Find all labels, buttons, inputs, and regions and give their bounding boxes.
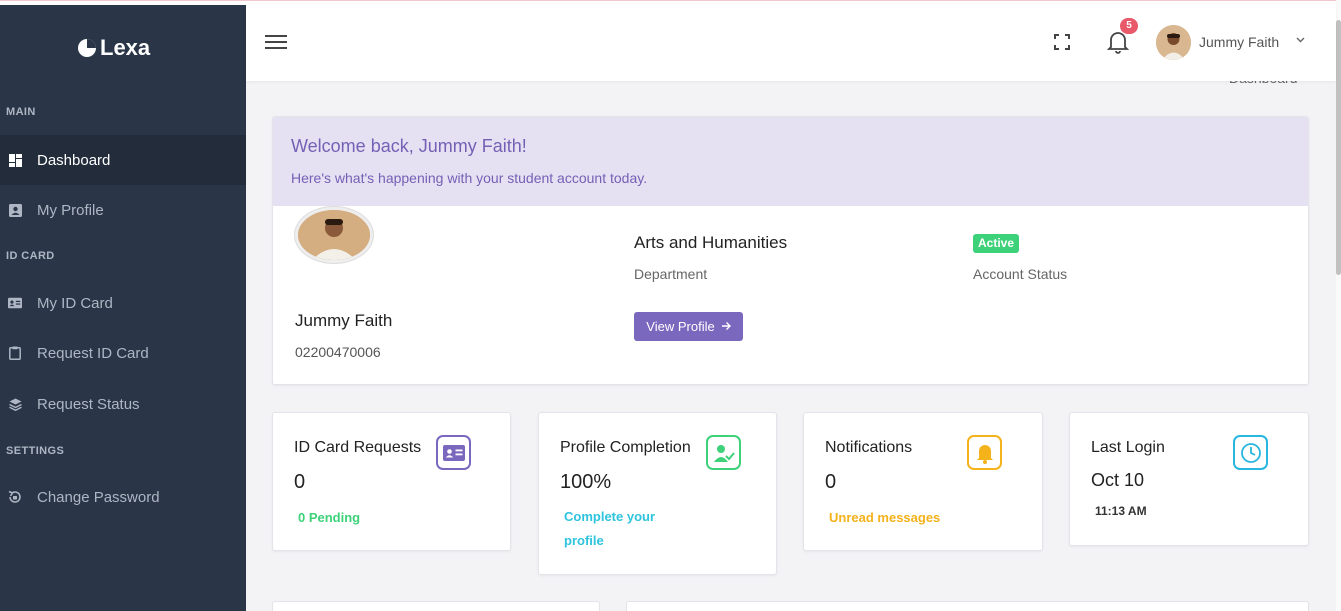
user-name[interactable]: Jummy Faith — [1199, 34, 1279, 50]
sidebar-item-request-id-card[interactable]: Request ID Card — [0, 328, 246, 378]
bell-icon — [967, 435, 1002, 470]
profile-icon — [8, 203, 22, 217]
stat-value: 100% — [560, 471, 612, 493]
sidebar-item-change-password[interactable]: Change Password — [0, 472, 246, 522]
arrow-right-icon — [721, 319, 731, 334]
department-label: Department — [634, 266, 708, 282]
user-check-icon — [706, 435, 741, 470]
welcome-title: Welcome back, Jummy Faith! — [291, 136, 527, 156]
sidebar-item-my-profile[interactable]: My Profile — [0, 185, 246, 235]
student-name: Jummy Faith — [295, 311, 393, 330]
fullscreen-icon[interactable] — [1054, 34, 1070, 50]
student-id: 02200470006 — [295, 344, 381, 360]
student-avatar — [295, 207, 373, 263]
sidebar-item-dashboard[interactable]: Dashboard — [0, 135, 246, 185]
stat-card-profile-completion: Profile Completion 100% Complete your pr… — [538, 412, 777, 575]
stat-label: ID Card Requests — [294, 439, 422, 456]
welcome-card: Welcome back, Jummy Faith! Here's what's… — [272, 116, 1309, 385]
section-title-main: MAIN — [6, 106, 36, 118]
stat-value: Oct 10 — [1091, 470, 1145, 490]
clipboard-icon — [8, 346, 22, 360]
welcome-subtitle: Here's what's happening with your studen… — [291, 170, 648, 186]
brand-name: Lexa — [100, 35, 151, 60]
sidebar-item-label: My Profile — [37, 201, 104, 219]
stat-subtext: 0 Pending — [298, 510, 361, 525]
id-card-icon — [8, 296, 22, 310]
stat-label: Last Login — [1091, 439, 1165, 456]
status-badge: Active — [973, 234, 1020, 253]
stat-card-id-requests: ID Card Requests 0 0 Pending — [272, 412, 511, 551]
view-profile-button[interactable]: View Profile — [634, 312, 743, 341]
user-avatar[interactable] — [1156, 25, 1191, 60]
scrollbar-thumb[interactable] — [1336, 20, 1341, 275]
stat-subtext: Unread messages — [829, 510, 941, 525]
chevron-down-icon[interactable] — [1296, 35, 1305, 47]
notification-count-badge: 5 — [1120, 18, 1138, 34]
clock-icon — [1233, 435, 1268, 470]
stat-value: 0 — [294, 471, 306, 493]
stat-subtext: 11:13 AM — [1095, 504, 1147, 518]
stat-card-last-login: Last Login Oct 10 11:13 AM — [1069, 412, 1309, 546]
top-header: 5 Jummy Faith — [246, 5, 1336, 81]
menu-toggle-icon[interactable] — [265, 35, 287, 51]
brand-logo[interactable]: Lexa — [78, 35, 150, 61]
account-status-label: Account Status — [973, 266, 1068, 282]
stat-subtext-link[interactable]: Complete your profile — [564, 505, 684, 553]
view-profile-label: View Profile — [646, 319, 715, 334]
bottom-card-left — [272, 601, 600, 611]
sidebar-item-my-id-card[interactable]: My ID Card — [0, 278, 246, 328]
sidebar-item-label: Request Status — [37, 395, 140, 413]
stat-label: Profile Completion — [560, 439, 691, 456]
sidebar-item-label: Request ID Card — [37, 344, 149, 362]
id-card-icon — [436, 435, 471, 470]
dashboard-icon — [8, 153, 22, 167]
sidebar-item-label: Change Password — [37, 488, 160, 506]
stat-label: Notifications — [825, 439, 913, 456]
bottom-card-right — [626, 601, 1309, 611]
stat-card-notifications: Notifications 0 Unread messages — [803, 412, 1043, 551]
layers-icon — [8, 397, 22, 411]
stat-value: 0 — [825, 471, 837, 493]
section-title-id-card: ID CARD — [6, 250, 55, 262]
sidebar-item-request-status[interactable]: Request Status — [0, 379, 246, 429]
department-value: Arts and Humanities — [634, 233, 788, 252]
lock-reset-icon — [8, 490, 22, 504]
welcome-banner — [273, 117, 1308, 206]
sidebar-item-label: Dashboard — [37, 151, 111, 169]
section-title-settings: SETTINGS — [6, 445, 65, 457]
sidebar: Lexa MAIN Dashboard My Profile ID CARD M… — [0, 5, 246, 611]
sidebar-item-label: My ID Card — [37, 294, 113, 312]
logo-icon — [78, 39, 96, 57]
